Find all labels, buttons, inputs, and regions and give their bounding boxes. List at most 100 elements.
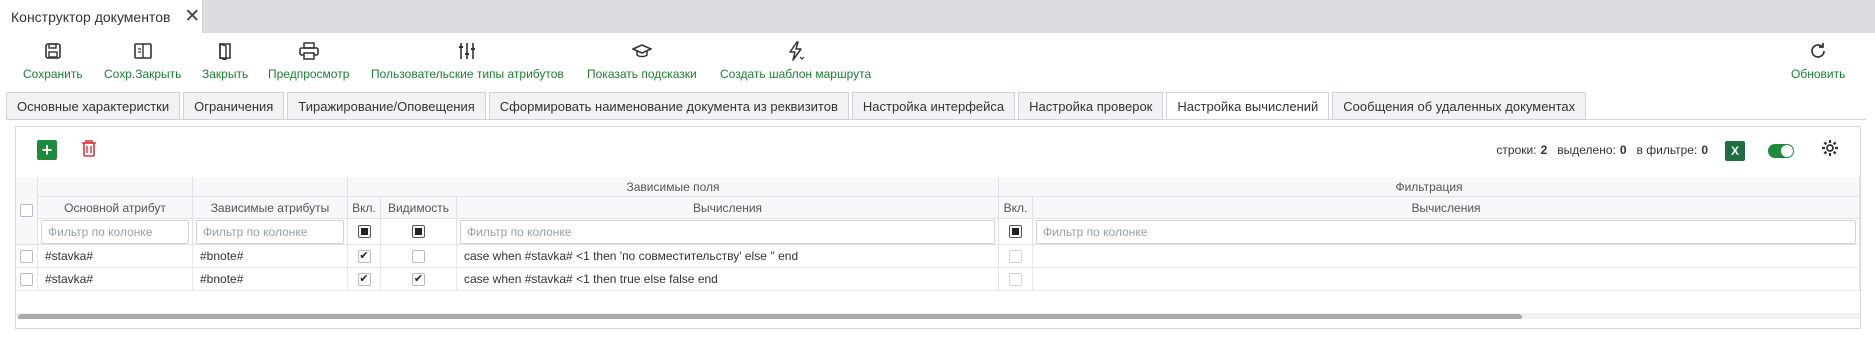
f-enabled-checkbox[interactable]	[1009, 272, 1022, 286]
filter-cell	[348, 219, 381, 245]
filter-cell	[193, 219, 348, 245]
graduation-cap-icon	[631, 39, 652, 63]
cell-visibility: ✔	[381, 268, 457, 291]
tab-interface[interactable]: Настройка интерфейса	[851, 92, 1016, 119]
col-header-enabled[interactable]: Вкл.	[348, 197, 381, 219]
mode-toggle[interactable]	[1768, 144, 1794, 158]
filter-enabled-checkbox[interactable]	[357, 225, 371, 238]
show-hints-button[interactable]: Показать подсказки	[587, 39, 697, 81]
save-button[interactable]: Сохранить	[23, 39, 83, 81]
window-tab-title: Конструктор документов	[11, 8, 171, 25]
select-all-checkbox[interactable]	[20, 204, 33, 217]
add-button[interactable]: +	[37, 140, 57, 160]
settings-tabs: Основные характеристки Ограничения Тираж…	[6, 92, 1589, 120]
save-close-label: Сохр.Закрыть	[104, 67, 182, 81]
filter-f-enabled-checkbox[interactable]	[1009, 225, 1022, 238]
filter-count: в фильтре: 0	[1636, 143, 1708, 157]
plus-icon: +	[41, 139, 53, 160]
close-button[interactable]: Закрыть	[202, 39, 248, 81]
preview-label: Предпросмотр	[268, 67, 350, 81]
tab-checks[interactable]: Настройка проверок	[1018, 92, 1164, 119]
save-close-icon	[133, 39, 153, 63]
filter-cell	[381, 219, 457, 245]
col-header-main-attr[interactable]: Основной атрибут	[38, 197, 193, 219]
create-route-template-label: Создать шаблон маршрута	[720, 67, 872, 81]
select-all-cell	[16, 177, 38, 245]
table-row-select	[16, 245, 38, 268]
cell-dep-attrs[interactable]: #bnote#	[193, 245, 348, 268]
tab-calculations[interactable]: Настройка вычислений	[1166, 92, 1330, 120]
window-tab[interactable]: Конструктор документов ✕	[0, 0, 203, 33]
cell-f-enabled	[999, 268, 1033, 291]
group-header-dependent: Зависимые поля	[348, 177, 999, 197]
custom-attr-types-button[interactable]: Пользовательские типы атрибутов	[371, 39, 564, 81]
col-header-visibility[interactable]: Видимость	[381, 197, 457, 219]
f-enabled-checkbox[interactable]	[1009, 249, 1022, 263]
row-checkbox[interactable]	[20, 249, 33, 263]
cell-f-calc[interactable]	[1033, 245, 1860, 268]
filter-calc-input[interactable]	[460, 219, 995, 244]
settings-button[interactable]	[1821, 139, 1839, 160]
refresh-button[interactable]: Обновить	[1791, 39, 1845, 81]
close-icon[interactable]: ✕	[184, 7, 200, 26]
filter-f-calc-input[interactable]	[1036, 219, 1856, 244]
window-tab-strip: Конструктор документов ✕	[0, 0, 1875, 33]
sliders-icon	[458, 39, 476, 63]
cell-main-attr[interactable]: #stavka#	[38, 268, 193, 291]
cell-enabled: ✔	[348, 268, 381, 291]
cell-calc[interactable]: case when #stavka# <1 then true else fal…	[457, 268, 999, 291]
header-blank	[193, 177, 348, 197]
cell-visibility	[381, 245, 457, 268]
col-header-dep-attrs[interactable]: Зависимые атрибуты	[193, 197, 348, 219]
horizontal-scrollbar[interactable]	[16, 313, 1860, 319]
selected-count: выделено: 0	[1557, 143, 1627, 157]
refresh-icon	[1808, 39, 1828, 63]
delete-button[interactable]	[81, 139, 97, 160]
cell-f-calc[interactable]	[1033, 268, 1860, 291]
printer-icon	[298, 39, 319, 63]
table-row-select	[16, 268, 38, 291]
tab-name-from-props[interactable]: Сформировать наименование документа из р…	[488, 92, 849, 119]
save-close-button[interactable]: Сохр.Закрыть	[104, 39, 181, 81]
grid-toolbar: + строки: 2 выделено: 0 в фильтре: 0 X	[16, 127, 1860, 177]
cell-enabled: ✔	[348, 245, 381, 268]
filter-dep-attrs-input[interactable]	[196, 219, 344, 244]
group-header-filter: Фильтрация	[999, 177, 1860, 197]
close-label: Закрыть	[202, 67, 249, 81]
excel-icon: X	[1730, 144, 1739, 158]
tab-restrictions[interactable]: Ограничения	[183, 92, 285, 119]
cell-dep-attrs[interactable]: #bnote#	[193, 268, 348, 291]
tab-main-characteristics[interactable]: Основные характеристки	[6, 92, 181, 119]
custom-attr-types-label: Пользовательские типы атрибутов	[371, 67, 564, 81]
visibility-checkbox[interactable]	[412, 249, 425, 263]
tabs-divider	[6, 119, 1866, 120]
row-checkbox[interactable]	[20, 272, 33, 286]
door-icon	[217, 39, 233, 63]
visibility-checkbox[interactable]: ✔	[412, 272, 425, 286]
enabled-checkbox[interactable]: ✔	[357, 249, 371, 263]
cell-calc[interactable]: case when #stavka# <1 then 'по совместит…	[457, 245, 999, 268]
grid-stats: строки: 2 выделено: 0 в фильтре: 0	[1496, 143, 1708, 157]
lightning-icon	[787, 39, 805, 63]
filter-cell	[457, 219, 999, 245]
gear-icon	[1822, 140, 1838, 156]
calculations-grid: Зависимые поля Фильтрация Основной атриб…	[16, 177, 1860, 319]
col-header-calc[interactable]: Вычисления	[457, 197, 999, 219]
excel-export-button[interactable]: X	[1725, 141, 1745, 161]
filter-main-attr-input[interactable]	[41, 219, 189, 244]
cell-main-attr[interactable]: #stavka#	[38, 245, 193, 268]
col-header-f-calc[interactable]: Вычисления	[1033, 197, 1860, 219]
show-hints-label: Показать подсказки	[587, 67, 697, 81]
tab-replication[interactable]: Тиражирование/Оповещения	[287, 92, 486, 119]
tab-deleted-messages[interactable]: Сообщения об удаленных документах	[1332, 92, 1587, 119]
floppy-icon	[44, 39, 62, 63]
toggle-knob	[1781, 145, 1793, 157]
filter-visibility-checkbox[interactable]	[412, 225, 425, 238]
create-route-template-button[interactable]: Создать шаблон маршрута	[720, 39, 871, 81]
trash-icon	[82, 140, 96, 157]
col-header-f-enabled[interactable]: Вкл.	[999, 197, 1033, 219]
scrollbar-thumb[interactable]	[18, 314, 1522, 319]
preview-button[interactable]: Предпросмотр	[268, 39, 349, 81]
enabled-checkbox[interactable]: ✔	[357, 272, 371, 286]
rows-count: строки: 2	[1496, 143, 1548, 157]
